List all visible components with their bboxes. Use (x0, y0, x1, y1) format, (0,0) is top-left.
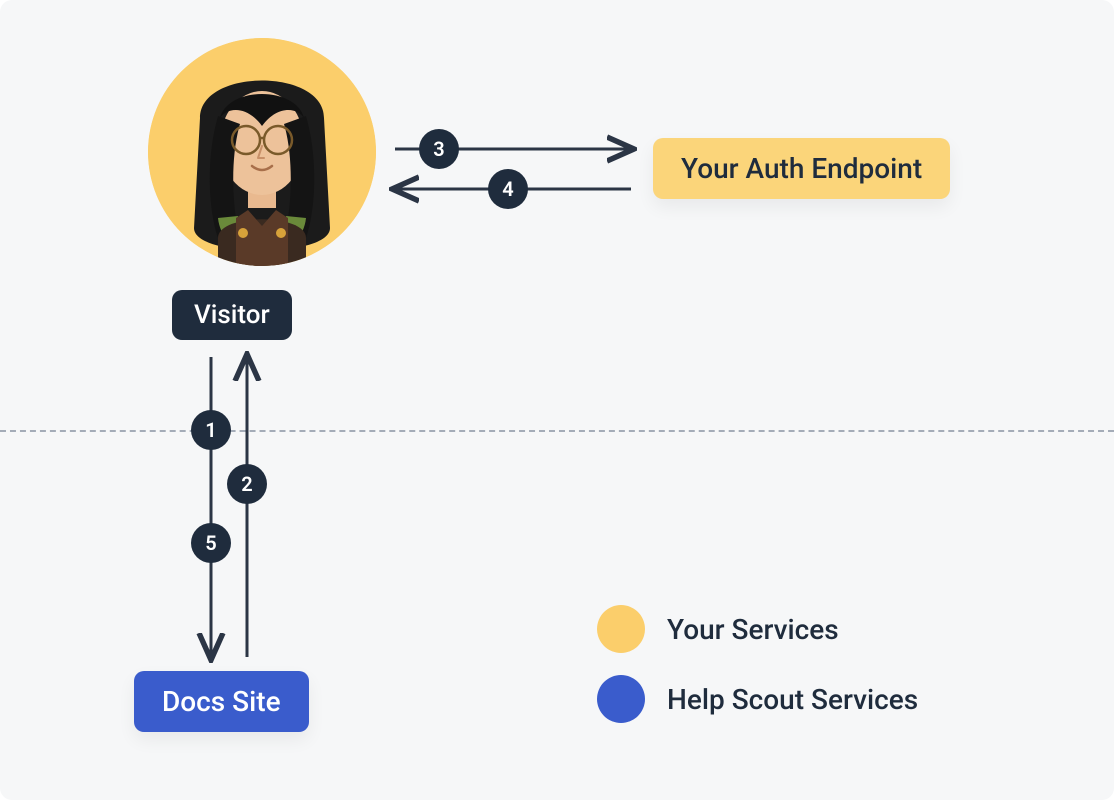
legend-dot-yellow (597, 605, 645, 653)
visitor-avatar (148, 38, 376, 266)
person-icon (148, 38, 376, 266)
step-badge-4: 4 (488, 169, 528, 209)
step-badge-1: 1 (191, 410, 231, 450)
step-badge-3: 3 (419, 129, 459, 169)
region-divider (0, 430, 1114, 432)
legend-label-your-services: Your Services (667, 613, 839, 646)
legend-row-your-services: Your Services (597, 605, 918, 653)
legend-dot-blue (597, 675, 645, 723)
legend: Your Services Help Scout Services (597, 605, 918, 745)
docs-site-node: Docs Site (134, 671, 309, 732)
legend-row-help-scout: Help Scout Services (597, 675, 918, 723)
auth-endpoint-node: Your Auth Endpoint (653, 138, 950, 199)
visitor-label: Visitor (172, 290, 292, 340)
step-badge-2: 2 (227, 464, 267, 504)
legend-label-help-scout: Help Scout Services (667, 683, 918, 716)
diagram-canvas: Visitor Your Auth Endpoint Docs Site 3 4… (0, 0, 1114, 800)
step-badge-5: 5 (191, 523, 231, 563)
